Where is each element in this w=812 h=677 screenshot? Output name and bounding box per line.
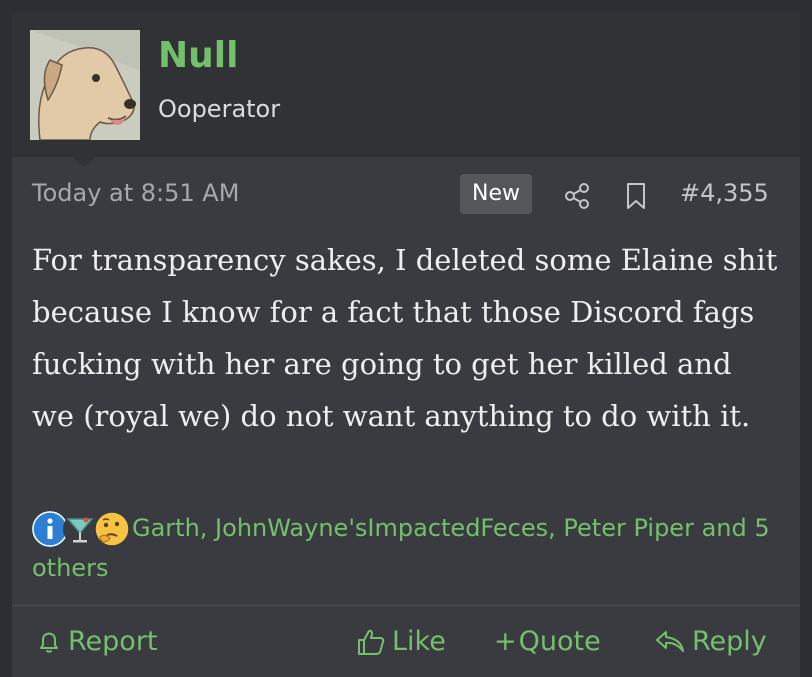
post-actions: Report Like + Quote Reply bbox=[12, 620, 800, 664]
header-notch bbox=[72, 157, 96, 167]
share-icon[interactable] bbox=[564, 182, 592, 214]
like-button[interactable]: Like bbox=[356, 620, 446, 664]
post-header: Null Ooperator bbox=[12, 12, 800, 157]
quote-button[interactable]: + Quote bbox=[494, 620, 601, 664]
reply-button[interactable]: Reply bbox=[654, 620, 767, 664]
bell-icon bbox=[40, 632, 58, 653]
avatar[interactable] bbox=[30, 30, 140, 140]
bookmark-icon[interactable] bbox=[624, 182, 648, 214]
reaction-icons bbox=[32, 511, 132, 547]
plus-icon: + bbox=[494, 626, 517, 657]
post-timestamp[interactable]: Today at 8:51 AM bbox=[32, 178, 239, 208]
dog-avatar-icon bbox=[30, 30, 140, 140]
thinking-face-icon bbox=[94, 511, 130, 547]
post-card: Null Ooperator Today at 8:51 AM New #4,3… bbox=[12, 12, 800, 677]
cocktail-icon bbox=[62, 511, 98, 547]
thumbs-up-icon bbox=[358, 629, 385, 655]
post-body: For transparency sakes, I deleted some E… bbox=[32, 243, 778, 433]
quote-label: Quote bbox=[518, 626, 601, 657]
report-button[interactable]: Report bbox=[36, 620, 158, 664]
reactions-bar[interactable]: Garth, JohnWayne'sImpactedFeces, Peter P… bbox=[32, 508, 792, 588]
author-name[interactable]: Null bbox=[158, 34, 238, 78]
author-title: Ooperator bbox=[158, 95, 281, 123]
post-number-link[interactable]: #4,355 bbox=[680, 178, 769, 208]
report-label: Report bbox=[68, 626, 158, 657]
actions-divider bbox=[12, 605, 800, 606]
reply-label: Reply bbox=[692, 626, 767, 657]
reaction-users[interactable]: Garth, JohnWayne'sImpactedFeces, Peter P… bbox=[32, 514, 770, 582]
reply-arrow-icon bbox=[656, 631, 684, 652]
like-label: Like bbox=[392, 626, 446, 657]
new-badge: New bbox=[460, 174, 532, 214]
page-frame: Null Ooperator Today at 8:51 AM New #4,3… bbox=[0, 0, 812, 677]
